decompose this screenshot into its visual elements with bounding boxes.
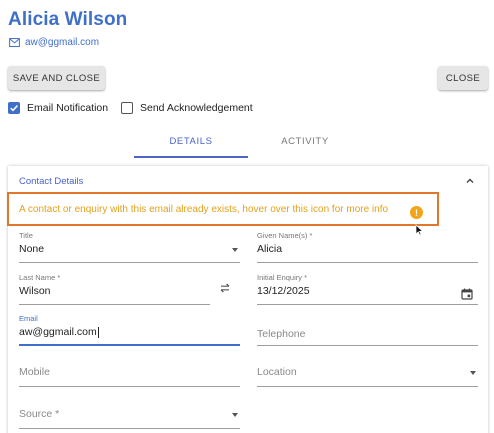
contact-name-heading: Alicia Wilson (8, 9, 128, 30)
info-warning-icon[interactable]: ! (410, 206, 423, 219)
title-select[interactable]: Title None (19, 231, 240, 264)
last-name-label: Last Name * (19, 273, 61, 282)
duplicate-warning-banner: A contact or enquiry with this email alr… (7, 192, 439, 226)
initial-enquiry-underline (257, 304, 478, 305)
last-name-value: Wilson (19, 285, 51, 297)
send-acknowledgement-option[interactable]: Send Acknowledgement (121, 102, 253, 114)
telephone-field[interactable]: Telephone (257, 314, 478, 347)
email-notification-checkbox[interactable] (8, 102, 20, 114)
active-tab-indicator (134, 156, 248, 158)
chevron-down-icon (232, 413, 238, 417)
close-button[interactable]: CLOSE (438, 66, 488, 90)
duplicate-warning-text: A contact or enquiry with this email alr… (19, 203, 389, 215)
telephone-underline (257, 345, 478, 346)
given-names-label: Given Name(s) * (257, 231, 313, 240)
tab-activity[interactable]: ACTIVITY (248, 136, 362, 147)
given-names-field[interactable]: Given Name(s) * Alicia (257, 231, 478, 264)
location-underline (257, 386, 478, 387)
chevron-down-icon (232, 248, 238, 252)
email-value: aw@ggmail.com (19, 326, 97, 338)
source-placeholder: Source * (19, 408, 60, 420)
contact-details-heading[interactable]: Contact Details (19, 176, 83, 187)
telephone-placeholder: Telephone (257, 328, 306, 340)
email-notification-label: Email Notification (27, 102, 109, 114)
mobile-underline (19, 386, 240, 387)
calendar-icon[interactable] (461, 288, 473, 300)
source-select[interactable]: Source * (19, 408, 240, 430)
mobile-placeholder: Mobile (19, 366, 50, 378)
swap-names-icon[interactable] (219, 282, 231, 294)
contact-email-row: aw@ggmail.com (9, 37, 99, 48)
email-field[interactable]: Email aw@ggmail.com (19, 314, 240, 347)
mobile-field[interactable]: Mobile (19, 366, 240, 388)
check-icon (10, 105, 18, 112)
initial-enquiry-value: 13/12/2025 (257, 285, 310, 297)
email-label: Email (19, 314, 38, 323)
save-and-close-button[interactable]: SAVE AND CLOSE (8, 66, 105, 90)
location-placeholder: Location (257, 366, 297, 378)
send-acknowledgement-checkbox[interactable] (121, 102, 133, 114)
chevron-up-icon[interactable] (465, 176, 475, 186)
email-notification-option[interactable]: Email Notification (8, 102, 108, 114)
location-select[interactable]: Location (257, 366, 478, 388)
text-caret (97, 326, 99, 338)
source-underline (19, 428, 240, 429)
initial-enquiry-label: Initial Enquiry * (257, 273, 308, 282)
title-label: Title (19, 231, 33, 240)
contact-email-text: aw@ggmail.com (25, 37, 100, 48)
last-name-field[interactable]: Last Name * Wilson (19, 273, 210, 306)
mail-icon (9, 38, 20, 47)
given-names-value: Alicia (257, 243, 283, 255)
email-underline (19, 344, 240, 346)
title-value: None (19, 243, 45, 255)
given-names-underline (257, 262, 478, 263)
tab-details[interactable]: DETAILS (134, 136, 248, 147)
chevron-down-icon (470, 371, 476, 375)
last-name-underline (19, 304, 210, 305)
email-value-row: aw@ggmail.com (19, 326, 240, 338)
title-underline (19, 262, 240, 263)
initial-enquiry-field[interactable]: Initial Enquiry * 13/12/2025 (257, 273, 478, 306)
send-acknowledgement-label: Send Acknowledgement (140, 102, 253, 114)
